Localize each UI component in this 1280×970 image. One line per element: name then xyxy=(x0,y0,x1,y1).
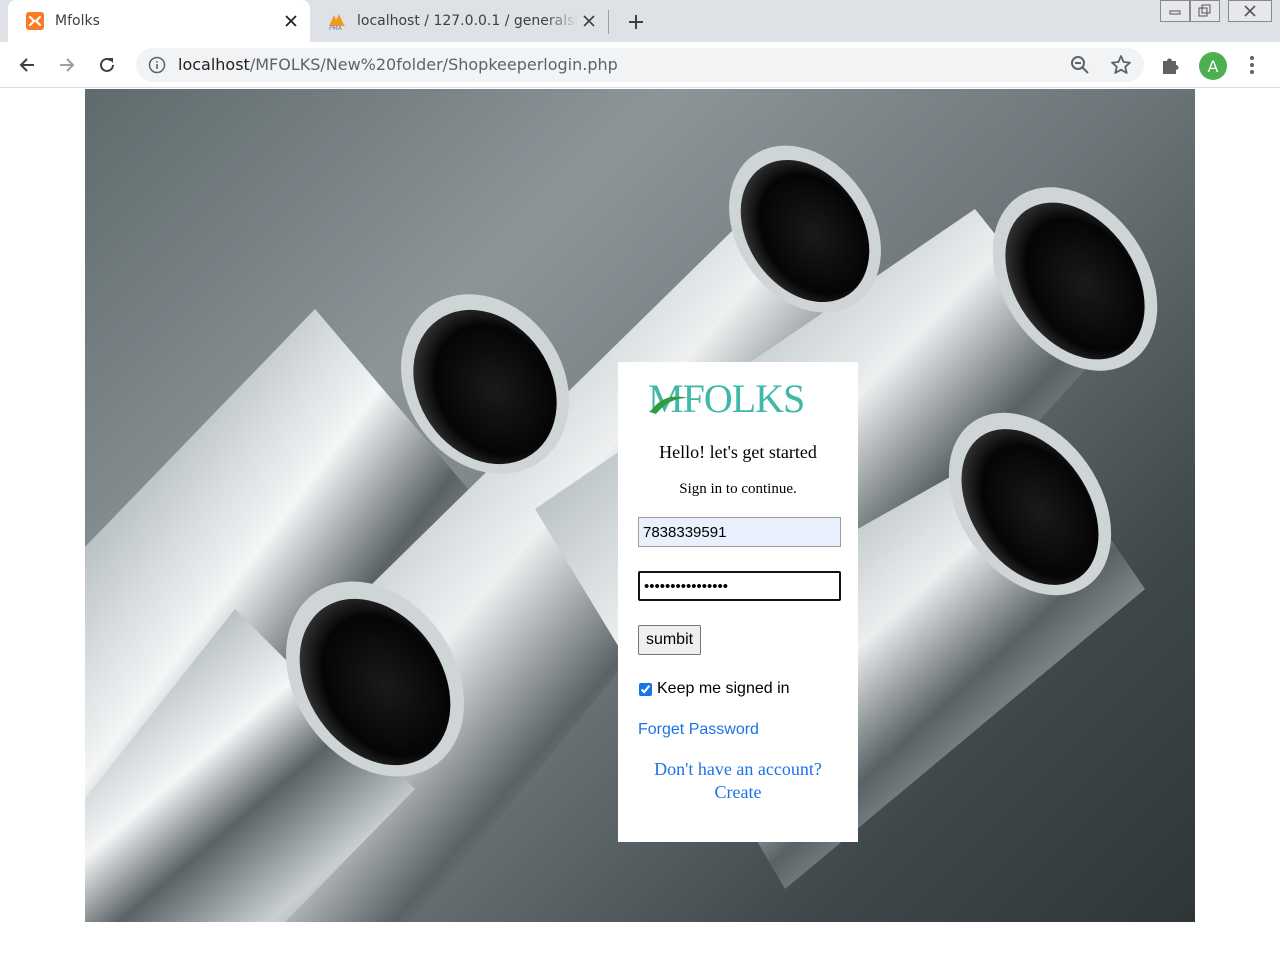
minimize-button[interactable] xyxy=(1160,0,1190,22)
keep-signed-in-label: Keep me signed in xyxy=(657,680,790,697)
phpmyadmin-icon: PMA xyxy=(329,14,345,31)
mfolks-logo: MFOLKS xyxy=(648,378,805,416)
logo-text: MFOLKS xyxy=(648,378,804,416)
minimize-icon xyxy=(1169,10,1181,15)
plus-icon xyxy=(629,15,643,29)
create-account-link[interactable]: Create xyxy=(715,782,762,802)
page-viewport: MFOLKS Hello! let's get started Sign in … xyxy=(0,89,1280,970)
close-tab-icon[interactable] xyxy=(280,10,302,32)
no-account-link[interactable]: Don't have an account? xyxy=(654,759,822,779)
url-text: localhost/MFOLKS/New%20folder/Shopkeeper… xyxy=(178,55,618,74)
bookmark-star-icon[interactable] xyxy=(1110,54,1132,76)
new-tab-button[interactable] xyxy=(622,8,650,36)
zoom-out-icon[interactable] xyxy=(1070,55,1090,75)
tab-divider xyxy=(608,10,609,34)
arrow-right-icon xyxy=(60,58,75,72)
greeting-heading: Hello! let's get started xyxy=(659,442,817,462)
arrow-left-icon xyxy=(19,58,34,72)
tab-phpmyadmin[interactable]: PMA localhost / 127.0.0.1 / generalstore xyxy=(310,0,608,42)
svg-text:PMA: PMA xyxy=(329,25,342,31)
forget-password-link[interactable]: Forget Password xyxy=(638,721,759,739)
back-button[interactable] xyxy=(13,51,41,79)
signup-prompt: Don't have an account? Create xyxy=(618,758,858,804)
tab-mfolks[interactable]: Mfolks xyxy=(8,0,310,42)
profile-avatar[interactable]: A xyxy=(1199,52,1227,80)
close-tab-icon[interactable] xyxy=(578,10,600,32)
close-window-button[interactable] xyxy=(1228,0,1272,22)
password-input[interactable] xyxy=(638,571,841,601)
submit-button[interactable]: sumbit xyxy=(638,625,701,655)
address-bar[interactable]: localhost/MFOLKS/New%20folder/Shopkeeper… xyxy=(136,48,1144,82)
restore-button[interactable] xyxy=(1190,0,1220,22)
info-icon[interactable] xyxy=(148,56,166,74)
keep-signed-in-checkbox[interactable] xyxy=(639,682,652,696)
tab-strip: Mfolks PMA localhost / 127.0.0.1 / gener… xyxy=(0,0,1280,42)
tab-title: Mfolks xyxy=(55,13,100,29)
restore-icon xyxy=(1198,4,1211,17)
reload-icon xyxy=(100,57,114,72)
xampp-icon xyxy=(26,12,44,30)
forward-button[interactable] xyxy=(53,51,81,79)
keep-signed-in[interactable]: Keep me signed in xyxy=(638,680,790,698)
username-input[interactable] xyxy=(638,517,841,547)
tab-title: localhost / 127.0.0.1 / generalstore xyxy=(357,13,578,29)
login-card: MFOLKS Hello! let's get started Sign in … xyxy=(618,362,858,842)
url-path: /MFOLKS/New%20folder/Shopkeeperlogin.php xyxy=(249,55,618,74)
close-icon xyxy=(1244,5,1256,17)
extensions-puzzle-icon[interactable] xyxy=(1160,54,1182,76)
browser-toolbar: localhost/MFOLKS/New%20folder/Shopkeeper… xyxy=(0,42,1280,88)
url-host: localhost xyxy=(178,55,250,74)
signin-subtitle: Sign in to continue. xyxy=(679,481,797,497)
reload-button[interactable] xyxy=(93,51,121,79)
browser-menu-icon[interactable] xyxy=(1242,53,1262,77)
